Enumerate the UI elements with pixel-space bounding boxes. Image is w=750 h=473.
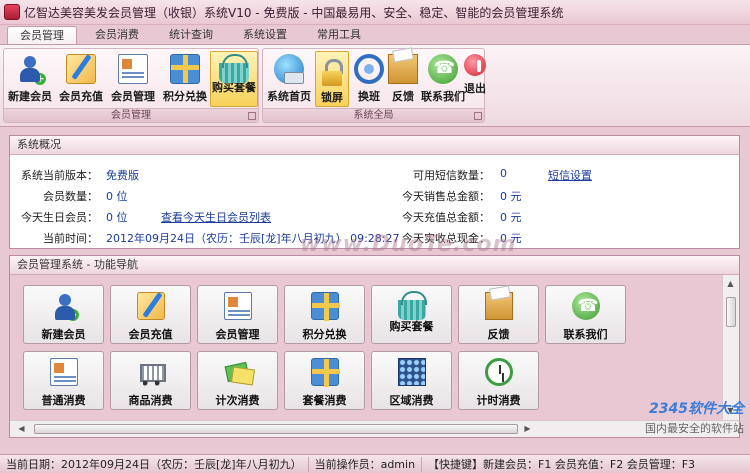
feedback-box-icon [388, 54, 418, 84]
scroll-right-icon[interactable]: ▶ [520, 422, 535, 436]
overview-panel: 系统概况 系统当前版本： 免费版 会员数量： 0 位 今天生日会员： 0 位 查… [9, 135, 740, 257]
ribbon: + 新建会员 会员充值 会员管理 积分兑换 购买套餐 会员管理 系统首页 锁屏 [0, 44, 750, 127]
title-bar: 亿智达美容美发会员管理（收银）系统V10 - 免费版 - 中国最易用、安全、稳定… [0, 0, 750, 25]
ribbon-lock-button[interactable]: 锁屏 [315, 51, 349, 107]
sales-value: 0 元 [500, 190, 522, 203]
receipt-icon [49, 358, 78, 386]
ribbon-contact-button[interactable]: 联系我们 [421, 51, 465, 107]
tile-count-consume[interactable]: 计次消费 [197, 351, 278, 410]
brand-logo: 2345软件大全 国内最安全的软件站 [614, 398, 744, 450]
birthday-label: 今天生日会员： [21, 211, 98, 224]
tile-contact[interactable]: 联系我们 [545, 285, 626, 344]
birthday-list-link[interactable]: 查看今天生日会员列表 [161, 209, 271, 225]
member-form-icon [118, 54, 148, 84]
gift-icon [170, 54, 200, 84]
shift-swap-icon [354, 54, 384, 84]
status-date: 当前日期：2012年09月24日（农历：壬辰[龙]年八月初九） [0, 456, 309, 472]
ribbon-group-label: 会员管理 [4, 108, 258, 122]
ribbon-recharge-button[interactable]: 会员充值 [56, 51, 106, 107]
add-user-icon: + [50, 292, 79, 321]
scroll-left-icon[interactable]: ◀ [14, 422, 29, 436]
tile-normal-consume[interactable]: 普通消费 [23, 351, 104, 410]
ribbon-exit-button[interactable]: 退出 [464, 51, 486, 107]
member-count-label: 会员数量： [43, 190, 98, 203]
ribbon-manage-members-button[interactable]: 会员管理 [108, 51, 158, 107]
lock-icon [317, 59, 347, 89]
cards-icon [224, 358, 252, 386]
clock-icon [484, 358, 513, 386]
tab-member-consumption[interactable]: 会员消费 [83, 26, 151, 45]
home-globe-icon [274, 54, 304, 84]
ribbon-tabs: 会员管理 会员消费 统计查询 系统设置 常用工具 [0, 26, 750, 45]
recharge-card-icon [136, 292, 165, 320]
tab-common-tools[interactable]: 常用工具 [305, 26, 373, 45]
basket-icon [219, 54, 249, 83]
phone-icon [428, 54, 458, 84]
ribbon-new-member-button[interactable]: + 新建会员 [6, 51, 54, 107]
tile-timed-consume[interactable]: 计时消费 [458, 351, 539, 410]
group-launcher-icon[interactable] [248, 112, 256, 120]
vertical-scroll-thumb[interactable] [726, 297, 736, 327]
ribbon-feedback-button[interactable]: 反馈 [387, 51, 419, 107]
tile-package-consume[interactable]: 套餐消费 [284, 351, 365, 410]
ribbon-points-exchange-button[interactable]: 积分兑换 [160, 51, 210, 107]
phone-icon [571, 292, 600, 320]
status-operator: 当前操作员：admin [309, 456, 423, 472]
status-shortcuts: 【快捷键】新建会员：F1 会员充值：F2 会员管理：F3 [428, 457, 696, 471]
tile-goods-consume[interactable]: 商品消费 [110, 351, 191, 410]
add-user-icon: + [15, 54, 46, 85]
feedback-box-icon [484, 292, 513, 320]
tab-system-settings[interactable]: 系统设置 [231, 26, 299, 45]
group-launcher-icon[interactable] [474, 112, 482, 120]
tile-points-exchange[interactable]: 积分兑换 [284, 285, 365, 344]
basket-icon [397, 291, 427, 320]
member-count-value: 0 位 [106, 190, 128, 203]
grid-icon [397, 358, 426, 386]
sms-value: 0 [500, 167, 507, 180]
recharge-value: 0 元 [500, 211, 522, 224]
brand-line2: 国内最安全的软件站 [645, 422, 744, 435]
recharge-label: 今天充值总金额： [402, 211, 490, 224]
ribbon-shift-button[interactable]: 换班 [353, 51, 385, 107]
version-value: 免费版 [106, 169, 139, 182]
tile-manage-members[interactable]: 会员管理 [197, 285, 278, 344]
version-label: 系统当前版本： [21, 169, 98, 182]
brand-line1: 2345软件大全 [649, 401, 744, 417]
gift-icon [310, 292, 340, 321]
scroll-up-icon[interactable]: ▲ [723, 277, 738, 291]
recharge-card-icon [66, 54, 96, 84]
app-icon [4, 4, 20, 20]
current-time-label: 当前时间： [43, 232, 98, 245]
tile-buy-package[interactable]: 购买套餐 [371, 285, 452, 344]
ribbon-group-member: + 新建会员 会员充值 会员管理 积分兑换 购买套餐 会员管理 [3, 48, 259, 123]
birthday-value: 0 位 [106, 211, 128, 224]
sms-settings-link[interactable]: 短信设置 [548, 167, 592, 183]
power-exit-icon [464, 54, 486, 76]
tile-recharge[interactable]: 会员充值 [110, 285, 191, 344]
tab-statistics[interactable]: 统计查询 [157, 26, 225, 45]
window-title: 亿智达美容美发会员管理（收银）系统V10 - 免费版 - 中国最易用、安全、稳定… [24, 5, 564, 20]
horizontal-scroll-thumb[interactable] [34, 424, 518, 434]
watermark: www.DuoTe.com [300, 232, 517, 257]
sms-label: 可用短信数量： [413, 169, 490, 182]
tile-feedback[interactable]: 反馈 [458, 285, 539, 344]
member-form-icon [223, 292, 252, 320]
tile-new-member[interactable]: + 新建会员 [23, 285, 104, 344]
ribbon-group-label: 系统全局 [263, 108, 484, 122]
nav-panel-title: 会员管理系统 - 功能导航 [10, 256, 739, 275]
ribbon-group-global: 系统首页 锁屏 换班 反馈 联系我们 退出 系统全局 [262, 48, 486, 123]
gift-icon [310, 358, 340, 387]
shopping-cart-icon [137, 358, 166, 386]
ribbon-buy-package-button[interactable]: 购买套餐 [210, 51, 258, 107]
tab-member-management[interactable]: 会员管理 [7, 26, 77, 45]
ribbon-home-button[interactable]: 系统首页 [265, 51, 313, 107]
status-bar: 当前日期：2012年09月24日（农历：壬辰[龙]年八月初九） 当前操作员：ad… [0, 454, 750, 473]
sales-label: 今天销售总金额： [402, 190, 490, 203]
tile-area-consume[interactable]: 区域消费 [371, 351, 452, 410]
